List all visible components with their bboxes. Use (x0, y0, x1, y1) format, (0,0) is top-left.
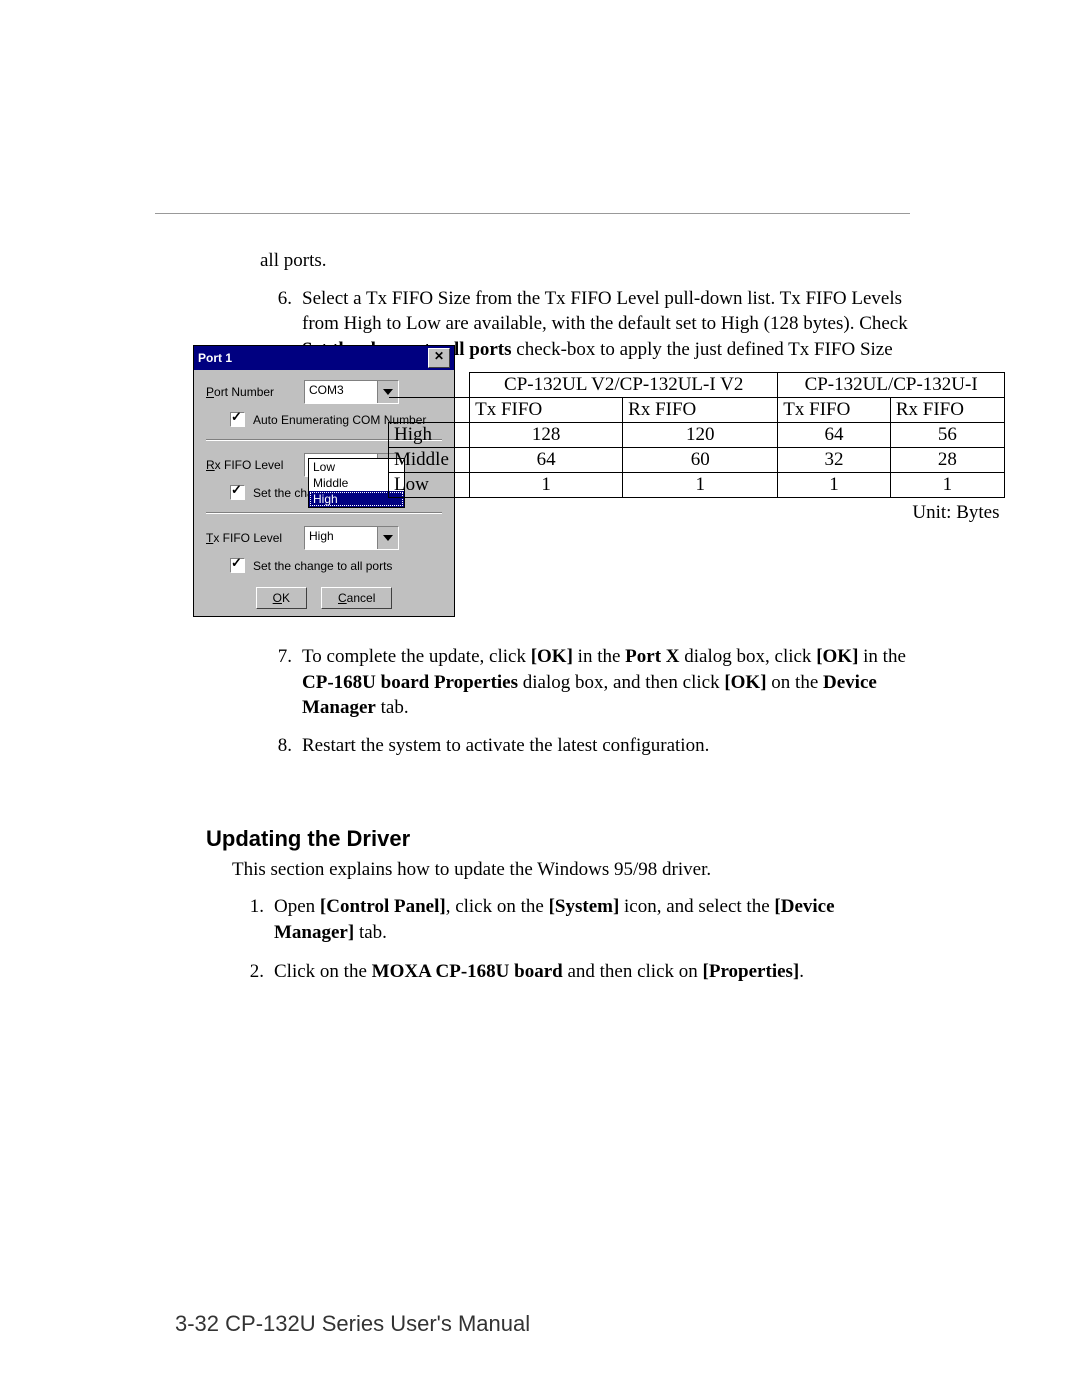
rx-fifo-label: Rx FIFO Level (206, 458, 296, 472)
heading-updating-driver: Updating the Driver (206, 826, 410, 852)
port-number-label: Port Number (206, 385, 296, 399)
section-intro: This section explains how to update the … (232, 857, 908, 884)
update-step2-text: Click on the MOXA CP-168U board and then… (274, 959, 908, 986)
port-number-select[interactable]: COM3 (304, 380, 399, 404)
set-change-rx-checkbox[interactable] (230, 485, 245, 500)
step7-text: To complete the update, click [OK] in th… (302, 644, 908, 721)
header-rule (155, 213, 910, 214)
tx-fifo-select[interactable]: High (304, 526, 399, 550)
col-group-2: CP-132UL/CP-132U-I (778, 373, 1005, 398)
ok-button[interactable]: OK (256, 587, 307, 609)
step8-text: Restart the system to activate the lates… (302, 733, 908, 759)
step8-num: 8. (260, 733, 302, 759)
set-change-tx-label: Set the change to all ports (253, 559, 392, 573)
unit-label: Unit: Bytes (389, 498, 1005, 526)
update-step1-text: Open [Control Panel], click on the [Syst… (274, 894, 908, 947)
update-step1-num: 1. (232, 894, 274, 947)
col-group-1: CP-132UL V2/CP-132UL-I V2 (470, 373, 778, 398)
update-step2-num: 2. (232, 959, 274, 986)
set-change-tx-checkbox[interactable] (230, 558, 245, 573)
dialog-title: Port 1 (198, 351, 232, 365)
page-footer: 3-32 CP-132U Series User's Manual (175, 1311, 530, 1337)
fifo-table: CP-132UL V2/CP-132UL-I V2 CP-132UL/CP-13… (388, 372, 1005, 525)
step7-num: 7. (260, 644, 302, 721)
tx-fifo-label: Tx FIFO Level (206, 531, 296, 545)
close-icon[interactable]: ✕ (428, 348, 450, 368)
intro-text: all ports. (260, 248, 908, 274)
auto-enum-checkbox[interactable] (230, 412, 245, 427)
chevron-down-icon[interactable] (377, 527, 398, 549)
cancel-button[interactable]: Cancel (321, 587, 392, 609)
